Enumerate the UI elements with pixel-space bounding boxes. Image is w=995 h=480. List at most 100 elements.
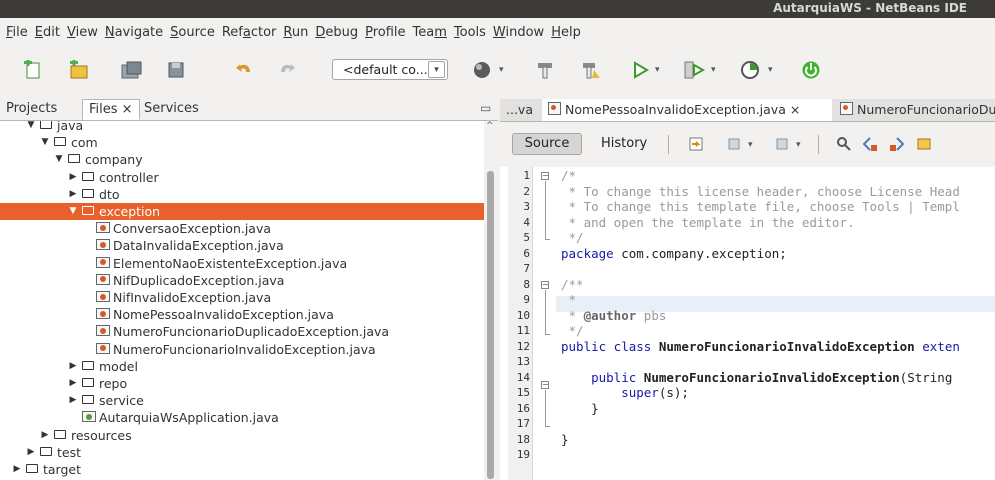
code-line: * To change this license header, choose … (561, 183, 960, 199)
menu-item[interactable]: Window (489, 25, 547, 40)
new-file-icon[interactable] (20, 58, 46, 82)
chevron-down-icon[interactable]: ▾ (655, 65, 660, 75)
tree-folder-item[interactable]: ▶ test (0, 444, 484, 461)
debug-icon[interactable] (681, 58, 707, 82)
back-icon[interactable] (727, 136, 743, 152)
menu-item[interactable]: File (0, 25, 31, 40)
build-hammer-icon[interactable] (532, 58, 558, 82)
expand-closed-icon[interactable]: ▶ (68, 375, 78, 392)
tree-folder-item[interactable]: ▶ service (0, 392, 484, 409)
tree-folder-item[interactable]: ▼ exception (0, 203, 484, 220)
chevron-down-icon[interactable]: ▾ (428, 61, 445, 78)
forward-icon[interactable] (775, 136, 791, 152)
tree-file-item[interactable]: DataInvalidaException.java (0, 237, 484, 254)
menu-item[interactable]: Profile (361, 25, 408, 40)
java-class-icon (548, 102, 561, 115)
chevron-down-icon[interactable]: ▾ (796, 140, 801, 150)
menu-item[interactable]: View (63, 25, 101, 40)
find-icon[interactable] (836, 136, 852, 152)
undo-icon[interactable] (231, 58, 257, 82)
chevron-down-icon[interactable]: ▾ (748, 140, 753, 150)
expand-open-icon[interactable]: ▼ (68, 203, 78, 220)
tree-file-item[interactable]: ConversaoException.java (0, 220, 484, 237)
menu-item[interactable]: Help (547, 25, 584, 40)
tree-folder-item[interactable]: ▶ repo (0, 375, 484, 392)
tree-folder-item[interactable]: ▼ company (0, 151, 484, 168)
redo-icon[interactable] (274, 58, 300, 82)
line-number: 9 (523, 293, 530, 306)
tree-folder-item[interactable]: ▶ resources (0, 427, 484, 444)
expand-closed-icon[interactable]: ▶ (68, 186, 78, 203)
expand-closed-icon[interactable]: ▶ (68, 358, 78, 375)
minimize-panel-icon[interactable]: ▭ (480, 101, 491, 115)
expand-closed-icon[interactable]: ▶ (40, 427, 50, 444)
tab-files[interactable]: Files × (82, 99, 140, 120)
power-icon[interactable] (798, 58, 824, 82)
tree-file-item[interactable]: NifDuplicadoException.java (0, 272, 484, 289)
tree-file-item[interactable]: NumeroFuncionarioDuplicadoException.java (0, 323, 484, 340)
menu-item[interactable]: Refactor (218, 25, 280, 40)
configuration-combo[interactable]: <default co... ▾ (332, 59, 448, 80)
find-next-icon[interactable] (889, 136, 905, 152)
tree-folder-item[interactable]: ▼ com (0, 134, 484, 151)
open-project-icon[interactable] (119, 58, 145, 82)
history-view-button[interactable]: History (601, 133, 647, 155)
menu-item[interactable]: Debug (311, 25, 361, 40)
fold-collapse-icon[interactable]: − (541, 172, 549, 180)
tree-folder-item[interactable]: ▶ model (0, 358, 484, 375)
chevron-down-icon[interactable]: ▾ (768, 65, 773, 75)
tree-file-item[interactable]: NomePessoaInvalidoException.java (0, 306, 484, 323)
tree-file-item[interactable]: NifInvalidoException.java (0, 289, 484, 306)
expand-closed-icon[interactable]: ▶ (26, 444, 36, 461)
menu-item[interactable]: Team (409, 25, 450, 40)
expand-open-icon[interactable]: ▼ (26, 121, 36, 134)
expand-closed-icon[interactable]: ▶ (68, 169, 78, 186)
tree-folder-item[interactable]: ▶ target (0, 461, 484, 478)
fold-collapse-icon[interactable]: − (541, 381, 549, 389)
profile-icon[interactable] (737, 58, 763, 82)
expand-closed-icon[interactable]: ▶ (68, 392, 78, 409)
run-icon[interactable] (627, 58, 653, 82)
expand-open-icon[interactable]: ▼ (54, 151, 64, 168)
source-view-button[interactable]: Source (512, 133, 582, 155)
tree-item-label: ConversaoException.java (113, 221, 272, 237)
close-icon[interactable]: × (790, 102, 800, 117)
tab-services[interactable]: Services (138, 99, 205, 120)
chevron-down-icon[interactable]: ▾ (711, 65, 716, 75)
last-edit-icon[interactable] (688, 136, 704, 152)
tree-folder-item[interactable]: ▶ dto (0, 186, 484, 203)
tree-item-label: NumeroFuncionarioDuplicadoException.java (113, 324, 390, 340)
menu-item[interactable]: Source (166, 25, 218, 40)
tree-file-item[interactable]: AutarquiaWsApplication.java (0, 409, 484, 426)
globe-icon[interactable] (469, 58, 495, 82)
new-project-icon[interactable] (66, 58, 92, 82)
clean-build-icon[interactable] (578, 58, 604, 82)
editor-tab[interactable]: ...va (500, 99, 540, 121)
save-all-icon[interactable] (163, 58, 189, 82)
toggle-highlight-icon[interactable] (916, 136, 932, 152)
menu-item[interactable]: Tools (450, 25, 489, 40)
tree-file-item[interactable]: NumeroFuncionarioInvalidoException.java (0, 341, 484, 358)
tree-folder-item[interactable]: ▼ java (0, 121, 484, 134)
editor-tab[interactable]: NumeroFuncionarioDuplica (834, 99, 995, 121)
tree-item-label: controller (99, 169, 159, 185)
tree-folder-item[interactable]: ▶ controller (0, 169, 484, 186)
tab-projects[interactable]: Projects (0, 99, 63, 120)
find-previous-icon[interactable] (862, 136, 878, 152)
scroll-up-icon[interactable]: ^ (486, 121, 494, 131)
chevron-down-icon[interactable]: ▾ (499, 65, 504, 75)
tree-scrollbar[interactable]: ^ (484, 121, 498, 480)
editor-tab[interactable]: NomePessoaInvalidoException.java × (542, 99, 832, 121)
line-number: 19 (516, 448, 530, 461)
expand-open-icon[interactable]: ▼ (40, 134, 50, 151)
menu-item[interactable]: Edit (31, 25, 63, 40)
tree-file-item[interactable]: ElementoNaoExistenteException.java (0, 255, 484, 272)
menu-item[interactable]: Run (279, 25, 311, 40)
menu-item[interactable]: Navigate (101, 25, 166, 40)
expand-closed-icon[interactable]: ▶ (12, 461, 22, 478)
fold-collapse-icon[interactable]: − (541, 281, 549, 289)
scrollbar-thumb[interactable] (487, 171, 494, 479)
close-icon[interactable]: × (122, 102, 133, 117)
folder-icon (68, 154, 82, 165)
code-line: * @author pbs (561, 307, 667, 323)
